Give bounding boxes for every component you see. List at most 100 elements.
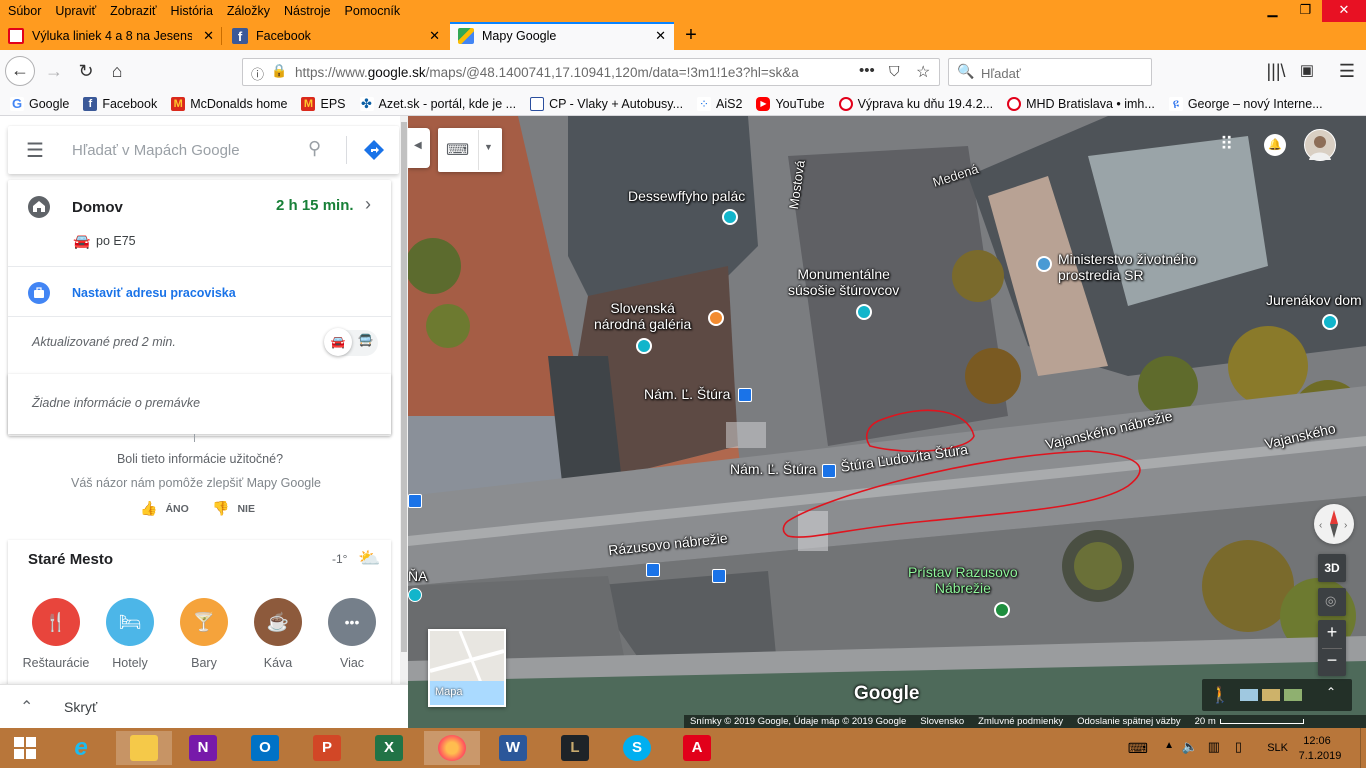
feedback-no-button[interactable]: 👎 NIE <box>212 500 255 517</box>
imagery-thumbnail[interactable] <box>1284 689 1302 701</box>
search-bar[interactable]: 🔍 Hľadať <box>948 58 1152 86</box>
menu-view[interactable]: Zobraziť <box>102 4 162 18</box>
bookmark-google[interactable]: G Google <box>10 96 69 111</box>
taskbar-acrobat[interactable]: A <box>672 731 722 765</box>
bus-stop-icon[interactable] <box>738 388 752 402</box>
camera-pin-icon[interactable] <box>1322 314 1338 330</box>
home-button[interactable]: ⌂ <box>103 57 131 85</box>
taskbar-excel[interactable]: X <box>364 731 414 765</box>
lock-icon[interactable]: 🔒 <box>271 63 287 79</box>
input-tools-button[interactable]: ⌨ ▼ <box>438 128 502 172</box>
bookmark-mcdonalds[interactable]: M McDonalds home <box>171 96 287 111</box>
imagery-thumbnail[interactable] <box>1240 689 1258 701</box>
avatar[interactable] <box>1304 129 1336 161</box>
pegman-icon[interactable]: 🚶 <box>1210 685 1230 705</box>
taskbar-ie[interactable]: e <box>56 731 106 765</box>
terms-link[interactable]: Zmluvné podmienky <box>978 716 1063 727</box>
camera-pin-icon[interactable] <box>856 304 872 320</box>
satellite-map[interactable]: ◀ ⌨ ▼ ⠿ 🔔 Dessewffyho palác Mostová Mede… <box>408 116 1366 728</box>
bookmark-george[interactable]: ዩ George – nový Interne... <box>1168 96 1323 111</box>
new-tab-button[interactable]: + <box>678 22 704 50</box>
page-actions-icon[interactable]: ••• <box>859 62 875 79</box>
taskbar-league[interactable]: L <box>550 731 600 765</box>
search-engine-icon[interactable]: 🔍 <box>957 63 974 80</box>
sidebar-icon[interactable]: ▣ <box>1293 57 1321 85</box>
camera-pin-icon[interactable] <box>722 209 738 225</box>
tab-vyluka[interactable]: Výluka liniek 4 a 8 na Jesenskéh ✕ <box>0 22 222 50</box>
taskbar-firefox[interactable] <box>424 731 480 765</box>
home-title[interactable]: Domov <box>72 199 123 216</box>
maps-search-input[interactable]: Hľadať v Mapách Google <box>72 142 240 159</box>
forward-button[interactable]: → <box>40 57 68 85</box>
menu-file[interactable]: Súbor <box>0 4 47 18</box>
bookmark-cp[interactable]: CP - Vlaky + Autobusy... <box>530 96 683 111</box>
hamburger-menu-icon[interactable]: ☰ <box>26 138 44 163</box>
clock-date[interactable]: 7.1.2019 <box>1290 750 1350 762</box>
bookmark-azet[interactable]: ✤ Azet.sk - portál, kde je ... <box>359 96 516 111</box>
close-tab-icon[interactable]: ✕ <box>655 28 666 44</box>
park-pin-icon[interactable] <box>994 602 1010 618</box>
restaurant-pin-icon[interactable] <box>708 310 724 326</box>
collapse-panel-button[interactable]: ◀ <box>408 128 430 168</box>
menu-bookmarks[interactable]: Záložky <box>219 4 276 18</box>
set-work-address-link[interactable]: Nastaviť adresu pracoviska <box>72 286 236 300</box>
maps-search-box[interactable]: ☰ Hľadať v Mapách Google ⚲ <box>8 126 399 174</box>
camera-pin-icon[interactable] <box>408 588 422 602</box>
bookmark-facebook[interactable]: f Facebook <box>83 96 157 111</box>
start-button[interactable] <box>0 731 50 765</box>
imagery-thumbnail[interactable] <box>1262 689 1280 701</box>
taskbar-explorer[interactable] <box>116 731 172 765</box>
chevron-right-icon[interactable]: › <box>365 194 371 215</box>
close-window-icon[interactable]: ✕ <box>1322 0 1366 22</box>
bookmark-vyprava[interactable]: Výprava ku dňu 19.4.2... <box>838 96 993 111</box>
language-indicator[interactable]: SLK <box>1267 742 1288 754</box>
bike-icon[interactable] <box>646 563 660 577</box>
taskbar-onenote[interactable]: N <box>178 731 228 765</box>
taskbar-outlook[interactable]: O <box>240 731 290 765</box>
zoom-out-button[interactable]: − <box>1318 650 1346 671</box>
apps-grid-icon[interactable]: ⠿ <box>1220 134 1233 155</box>
category-bars[interactable]: 🍸 Bary <box>169 598 239 670</box>
close-tab-icon[interactable]: ✕ <box>429 28 440 44</box>
feedback-yes-button[interactable]: 👍 ÁNO <box>140 500 189 517</box>
info-icon[interactable]: ⓘ <box>251 64 264 83</box>
close-tab-icon[interactable]: ✕ <box>203 28 214 44</box>
museum-pin-icon[interactable] <box>636 338 652 354</box>
car-mode-icon[interactable]: 🚘 <box>324 328 352 356</box>
show-desktop-button[interactable] <box>1360 728 1366 768</box>
menu-edit[interactable]: Upraviť <box>47 4 102 18</box>
place-label-jurenak[interactable]: Jurenákov dom <box>1266 292 1362 308</box>
place-label-pristav[interactable]: Prístav Razusovo Nábrežie <box>908 564 1018 596</box>
chevron-up-icon[interactable]: ⌃ <box>1326 685 1336 699</box>
category-coffee[interactable]: ☕ Káva <box>243 598 313 670</box>
taskbar-powerpoint[interactable]: P <box>302 731 352 765</box>
zoom-in-button[interactable]: + <box>1318 622 1346 643</box>
category-hotels[interactable]: 🛏 Hotely <box>95 598 165 670</box>
tab-google-maps[interactable]: Mapy Google ✕ <box>450 22 674 50</box>
bus-stop-icon[interactable] <box>822 464 836 478</box>
bookmark-star-icon[interactable]: ☆ <box>916 62 930 82</box>
compass[interactable]: ‹ › <box>1314 504 1354 544</box>
category-restaurants[interactable]: 🍴 Reštaurácie <box>21 598 91 670</box>
volume-icon[interactable]: 🔈 <box>1182 739 1198 755</box>
restore-icon[interactable]: ❐ <box>1289 0 1322 22</box>
transit-label-nam-sturu[interactable]: Nám. Ľ. Štúra <box>644 386 730 402</box>
hamburger-menu-icon[interactable]: ☰ <box>1333 57 1361 85</box>
category-more[interactable]: ••• Viac <box>317 598 387 670</box>
transit-mode-icon[interactable]: 🚍 <box>358 333 373 347</box>
network-icon[interactable]: ▥ <box>1208 739 1220 755</box>
clock-time[interactable]: 12:06 <box>1294 735 1340 747</box>
country-link[interactable]: Slovensko <box>920 716 964 727</box>
landmark-pin-icon[interactable] <box>1036 256 1052 272</box>
place-label-dessewffy[interactable]: Dessewffyho palác <box>628 188 745 204</box>
url-text[interactable]: https://www.google.sk/maps/@48.1400741,1… <box>295 65 825 80</box>
map-type-switch[interactable]: Mapa <box>428 629 506 707</box>
taskbar-skype[interactable]: S <box>612 731 662 765</box>
imagery-strip[interactable]: 🚶 ⌃ <box>1202 679 1352 711</box>
touch-keyboard-icon[interactable]: ⌨ <box>1128 740 1148 757</box>
bookmark-mhd[interactable]: MHD Bratislava • imh... <box>1007 96 1155 111</box>
minimize-icon[interactable]: ▁ <box>1256 0 1289 22</box>
my-location-button[interactable]: ◎ <box>1318 588 1346 616</box>
3d-toggle-button[interactable]: 3D <box>1318 554 1346 582</box>
place-label-monument[interactable]: Monumentálne súsošie štúrovcov <box>788 266 899 298</box>
